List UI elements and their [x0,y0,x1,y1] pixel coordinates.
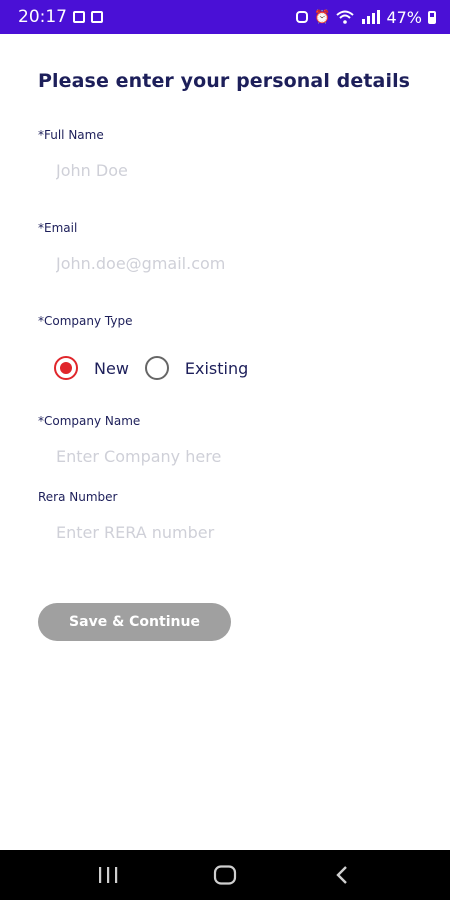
radio-option-new[interactable]: New [54,356,129,380]
email-input[interactable] [56,248,416,278]
radio-existing-unchecked[interactable] [144,356,169,380]
home-button[interactable] [195,850,255,900]
battery-icon [428,10,436,24]
home-icon [213,865,237,885]
radio-existing-label: Existing [184,358,249,378]
full-name-input[interactable] [56,155,416,185]
lock-notification-icon [296,11,309,23]
radio-option-existing[interactable]: Existing [144,356,249,380]
app-notification-icon [91,11,103,23]
radio-new-checked[interactable] [54,356,78,380]
page-title: Please enter your personal details [38,70,411,92]
rera-number-label: Rera Number [38,490,118,504]
recent-apps-button[interactable] [78,850,138,900]
back-icon [335,866,347,884]
rera-number-input[interactable] [56,517,416,547]
save-continue-button[interactable]: Save & Continue [38,603,231,641]
status-left: 20:17 [18,7,103,27]
signal-icon [362,10,381,24]
status-right: ⏰ 47% [296,8,436,27]
email-label: *Email [38,221,78,235]
company-name-label: *Company Name [38,414,141,428]
full-name-label: *Full Name [38,128,104,142]
details-form: Please enter your personal details *Full… [0,34,450,850]
status-time: 20:17 [18,7,67,27]
wifi-icon [336,10,355,24]
alarm-icon: ⏰ [314,9,331,25]
battery-percent: 47% [386,7,422,27]
company-type-label: *Company Type [38,314,133,328]
company-type-radio-group: New Existing [54,356,248,380]
recent-apps-icon [99,867,118,883]
radio-dot [60,362,72,374]
radio-new-label: New [94,358,129,378]
image-icon [73,11,85,23]
status-bar: 20:17 ⏰ 47% [0,0,450,34]
back-button[interactable] [312,850,372,900]
company-name-input[interactable] [56,441,416,471]
navigation-bar [0,850,450,900]
